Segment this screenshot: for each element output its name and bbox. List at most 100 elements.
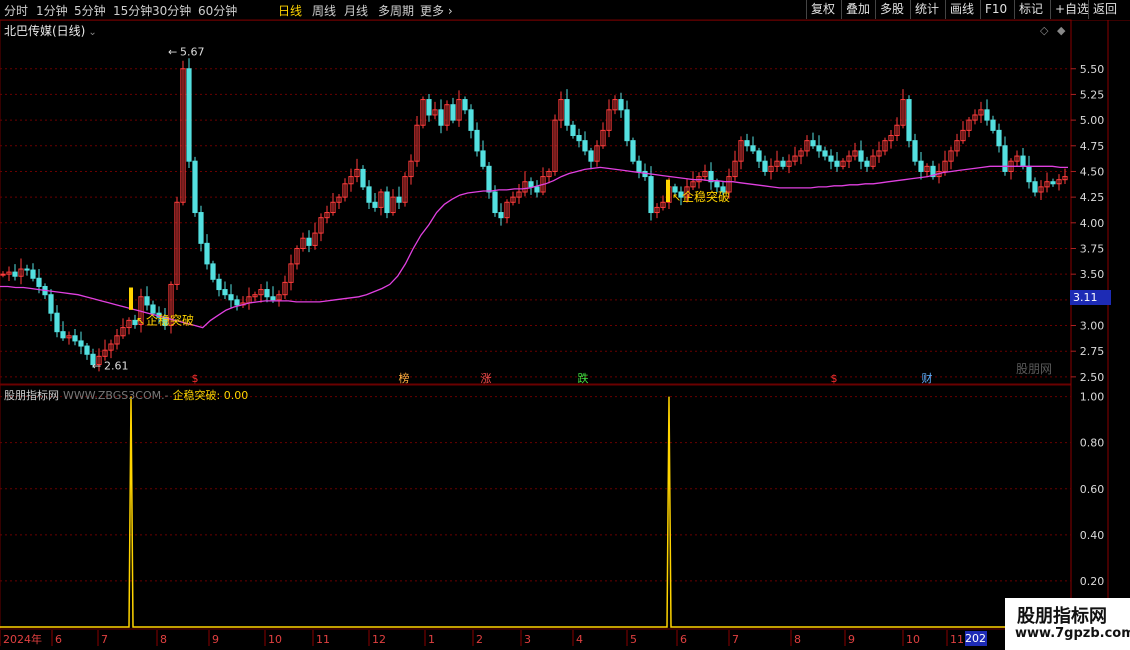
- indicator-pane-frame: [0, 384, 1072, 630]
- event-marker: 涨: [481, 372, 492, 385]
- event-marker: $: [831, 372, 838, 385]
- candle-body: [864, 160, 870, 167]
- signal-line: [0, 396, 1068, 628]
- y-tick-label: 2.50: [1080, 371, 1105, 384]
- annotation-arrow-icon: ↖: [672, 191, 681, 204]
- x-tick-label: 12: [372, 633, 386, 646]
- candle-body: [570, 124, 576, 137]
- price-annotation: 2.61: [104, 360, 129, 373]
- y-tick-label: 4.50: [1080, 165, 1105, 178]
- candle-body: [828, 155, 834, 162]
- x-tick-label: 7: [101, 633, 108, 646]
- candle-body: [816, 145, 822, 152]
- candle-body: [0, 273, 6, 276]
- ma-line: [0, 165, 1068, 329]
- candle-body: [1026, 165, 1032, 183]
- candle-body: [222, 289, 228, 296]
- x-tick-label: 9: [848, 633, 855, 646]
- candle-body: [216, 278, 222, 291]
- x-tick-label: 6: [55, 633, 62, 646]
- y-tick-label: 5.25: [1080, 88, 1105, 101]
- y-tick-label: 3.75: [1080, 242, 1105, 255]
- y-tick-label: 5.50: [1080, 63, 1105, 76]
- x-tick-label: 2: [476, 633, 483, 646]
- candle-body: [306, 237, 312, 246]
- candle-body: [234, 299, 240, 306]
- price-chart: 5.505.255.004.754.504.254.003.753.503.25…: [0, 19, 1109, 646]
- candle-body: [780, 160, 786, 167]
- candle-body: [384, 191, 390, 214]
- candle-body: [198, 212, 204, 244]
- candle-body: [576, 135, 582, 142]
- x-tick-label: 10: [268, 633, 282, 646]
- y-tick-label: 0.40: [1080, 529, 1105, 542]
- diamond-icon: ◆: [1057, 24, 1066, 37]
- x-tick-label: 6: [680, 633, 687, 646]
- candle-body: [492, 191, 498, 214]
- candle-body: [462, 99, 468, 111]
- y-tick-label: 0.80: [1080, 437, 1105, 450]
- candle-body: [474, 129, 480, 152]
- candle-body: [918, 160, 924, 172]
- watermark: 股朋网: [1016, 362, 1053, 376]
- candle-body: [624, 109, 630, 142]
- indicator-name: 股朋指标网: [4, 389, 59, 402]
- price-annotation: 企稳突破: [682, 189, 730, 204]
- candle-body: [186, 68, 192, 162]
- x-tick-label: 10: [906, 633, 920, 646]
- candle-body: [36, 277, 42, 287]
- candle-body: [60, 331, 66, 339]
- candle-body: [1002, 145, 1008, 172]
- candle-body: [48, 294, 54, 314]
- brand-line2: www.7gpzb.com: [1015, 626, 1130, 641]
- price-annotation: 企稳突破: [146, 312, 194, 327]
- candle-body: [858, 150, 864, 162]
- candle-body: [582, 140, 588, 152]
- x-tick-label: 1: [428, 633, 435, 646]
- candle-body: [54, 312, 60, 333]
- candle-body: [372, 201, 378, 208]
- annotation-arrow-icon: ←: [92, 360, 101, 373]
- brand-logo: 股朋指标网 www.7gpzb.com: [1005, 598, 1130, 650]
- indicator-url: WWW.ZBGS3COM.-: [63, 389, 169, 402]
- candle-body: [366, 186, 372, 203]
- y-tick-label: 3.50: [1080, 268, 1105, 281]
- x-tick-label: 8: [160, 633, 167, 646]
- candle-body: [24, 268, 30, 271]
- candle-body: [396, 196, 402, 203]
- event-marker: 榜: [399, 371, 410, 385]
- signal-bar: [129, 287, 133, 310]
- candle-body: [360, 168, 366, 188]
- candle-body: [192, 160, 198, 214]
- y-tick-label: 2.75: [1080, 345, 1105, 358]
- x-tick-label: 5: [630, 633, 637, 646]
- x-tick-label: 9: [212, 633, 219, 646]
- candle-body: [12, 271, 18, 277]
- candle-body: [906, 99, 912, 142]
- x-tick-label: 4: [576, 633, 583, 646]
- annotation-arrow-icon: ↖: [136, 314, 145, 327]
- candle-body: [534, 186, 540, 193]
- candle-body: [486, 165, 492, 193]
- x-tick-label: 11: [950, 633, 964, 646]
- y-tick-label: 0.60: [1080, 483, 1105, 496]
- candle-body: [636, 160, 642, 172]
- x-tick-label: 11: [316, 633, 330, 646]
- y-tick-label: 4.25: [1080, 191, 1105, 204]
- signal-bar: [666, 179, 670, 202]
- indicator-value: 企稳突破: 0.00: [172, 389, 249, 402]
- price-annotation: 5.67: [180, 45, 205, 58]
- candle-body: [1050, 181, 1056, 185]
- y-tick-label: 4.00: [1080, 217, 1105, 230]
- main-pane-frame: [0, 19, 1072, 385]
- candle-body: [150, 304, 156, 314]
- candle-body: [72, 335, 78, 342]
- candle-body: [588, 150, 594, 162]
- indicator-title: 股朋指标网 WWW.ZBGS3COM.- 企稳突破: 0.00: [4, 387, 248, 403]
- candle-body: [468, 109, 474, 131]
- candle-body: [228, 294, 234, 301]
- candle-body: [450, 104, 456, 121]
- candle-body: [30, 269, 36, 279]
- candle-body: [756, 150, 762, 162]
- candle-body: [990, 119, 996, 131]
